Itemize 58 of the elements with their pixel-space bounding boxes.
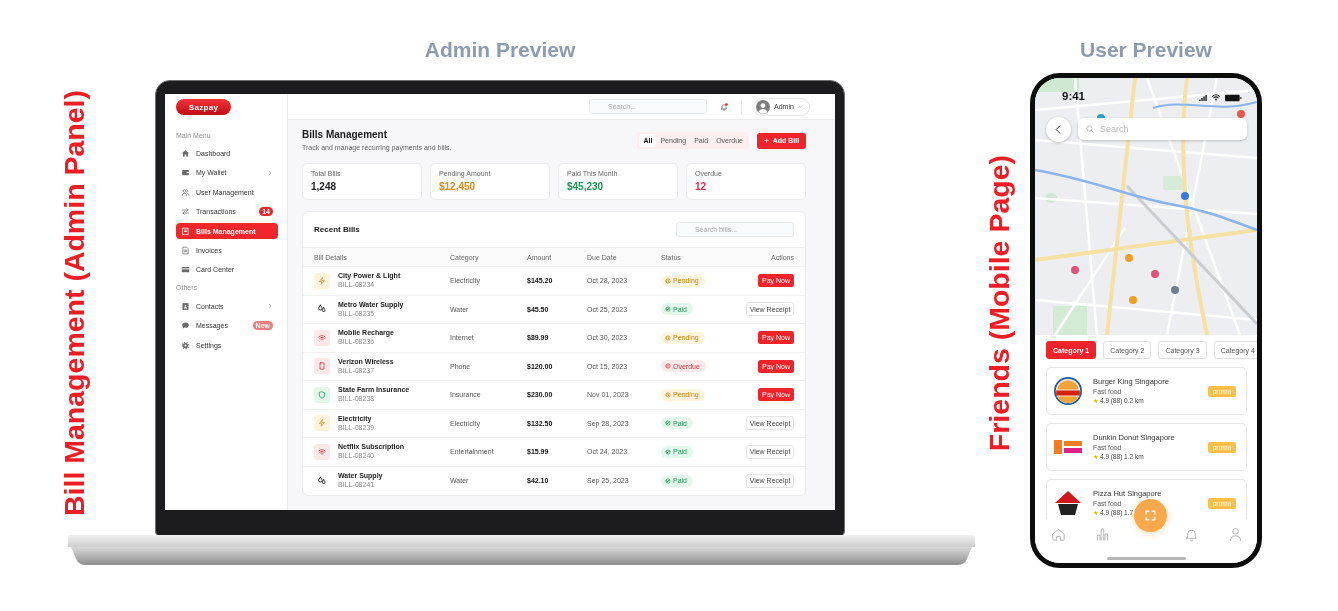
home-icon[interactable]	[1050, 526, 1066, 542]
vertical-caption: Friends (Mobile Page)	[985, 155, 1014, 452]
logo: Sazpay	[176, 99, 231, 115]
clock-icon	[665, 277, 671, 284]
document-icon	[181, 245, 190, 255]
preview-title: Admin Preview	[424, 38, 576, 62]
credit-card-icon	[181, 265, 190, 275]
check-circle-icon	[665, 448, 671, 455]
receipt-icon	[181, 226, 190, 236]
wallet-icon	[181, 168, 190, 178]
water-drops-icon	[317, 304, 327, 315]
clock-icon	[665, 391, 671, 398]
check-circle-icon	[665, 306, 671, 313]
check-circle-icon	[665, 477, 671, 484]
chat-bubble-icon	[181, 321, 190, 331]
star-icon	[1093, 454, 1099, 460]
shield-icon	[314, 386, 330, 403]
stat-value: $45,230	[567, 181, 604, 193]
water-drops-icon	[317, 475, 327, 486]
house-icon	[181, 149, 190, 158]
profile-icon[interactable]	[1228, 526, 1244, 542]
scan-frame-icon	[1144, 509, 1157, 522]
wifi-icon	[314, 443, 330, 460]
star-icon	[1093, 398, 1099, 404]
restaurant-logo-icon	[1053, 376, 1083, 406]
swap-arrows-icon	[181, 207, 190, 217]
preview-title: User Preview	[1080, 38, 1212, 62]
wifi-icon	[1211, 93, 1221, 102]
page-title: Bills Management	[302, 129, 389, 141]
contact-card-icon	[181, 301, 190, 311]
star-icon	[1093, 510, 1099, 516]
lightning-bolt-icon	[314, 415, 330, 432]
wifi-icon	[314, 329, 330, 346]
battery-icon	[1224, 93, 1242, 102]
stat-value: 1,248	[311, 181, 337, 193]
search-field[interactable]: Search	[1078, 118, 1247, 140]
lightning-bolt-icon	[314, 272, 330, 289]
restaurant-logo-icon	[1053, 488, 1083, 518]
bell-icon[interactable]	[1183, 526, 1199, 542]
check-circle-icon	[665, 420, 671, 427]
chevron-down-icon	[797, 104, 803, 109]
stat-value: $12,450	[439, 181, 476, 193]
signal-icon	[1198, 93, 1208, 102]
avatar-icon	[756, 99, 770, 114]
plus-icon	[763, 138, 769, 143]
notification-bell-icon[interactable]	[720, 102, 728, 111]
phone-icon	[314, 358, 330, 375]
alert-icon	[665, 363, 671, 370]
users-icon	[181, 187, 190, 197]
stat-value: 12	[695, 181, 707, 193]
vertical-caption: Bill Management (Admin Panel)	[60, 90, 89, 516]
search-input[interactable]: Search	[1100, 122, 1230, 136]
search-icon	[1085, 124, 1095, 134]
clock-icon	[665, 334, 671, 341]
status-time: 9:41	[1062, 90, 1086, 103]
card-title: Recent Bills	[314, 225, 360, 234]
bar-chart-icon[interactable]	[1095, 526, 1111, 542]
settings-icon	[181, 340, 190, 350]
